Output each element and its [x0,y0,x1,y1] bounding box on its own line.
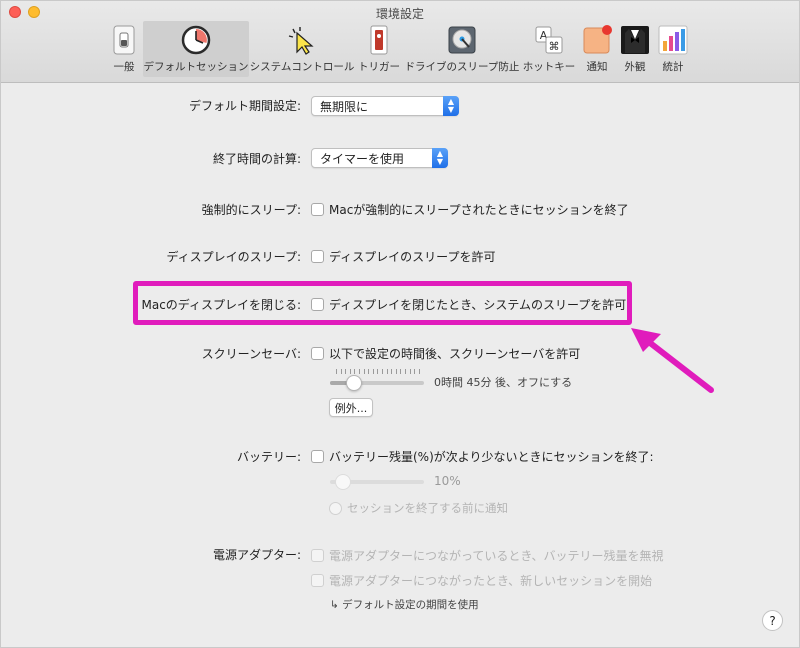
tab-label: 通知 [586,61,608,73]
battery-slider-knob[interactable] [335,474,351,490]
tab-notifications[interactable]: 通知 [579,21,615,77]
slider-tick [340,369,342,374]
tab-appearance[interactable]: 外観 [617,21,653,77]
display-sleep-checkbox-row[interactable]: ディスプレイのスリープを許可 [311,246,495,266]
slider-tick [377,369,379,374]
slider-tick [359,369,360,374]
power-adapter-ignore-battery-checkbox[interactable] [311,548,324,562]
tab-label: デフォルトセッション [143,61,249,73]
svg-text:⌘: ⌘ [549,40,560,53]
slider-tick [354,369,356,374]
tab-label: システムコントロール [249,61,355,73]
exceptions-button[interactable]: 例外... [329,398,373,417]
popup-value: タイマーを使用 [320,151,405,166]
end-time-calc-label: 終了時間の計算: [212,152,301,166]
statistics-icon [658,25,688,55]
battery-checkbox[interactable] [311,449,324,463]
battery-notify-checkbox[interactable] [329,501,342,515]
highlight-box [133,281,632,325]
screensaver-checkbox-row[interactable]: 以下で設定の時間後、スクリーンセーバを許可 [311,343,580,363]
forced-sleep-checkbox-row[interactable]: Macが強制的にスリープされたときにセッションを終了 [311,199,629,219]
cursor-icon [287,25,317,55]
checkbox-label: ディスプレイのスリープを許可 [329,249,496,264]
chevron-up-down-icon: ▲ ▼ [432,148,448,168]
arrow-annotation-icon [631,328,714,393]
slider-tick [336,369,337,374]
power-adapter-new-session-checkbox[interactable] [311,573,324,587]
screensaver-checkbox[interactable] [311,346,324,360]
default-period-popup[interactable]: 無期限に ▲ ▼ [311,96,459,116]
slider-tick [391,369,393,374]
checkbox-label: Macが強制的にスリープされたときにセッションを終了 [329,202,629,217]
screensaver-slider-value: 0時間 45分 後、オフにする [434,376,573,389]
battery-slider-value: 10% [434,474,461,488]
slider-tick [345,369,347,374]
slider-tick [400,369,402,374]
slider-tick [372,369,374,374]
screensaver-slider-knob[interactable] [346,375,362,391]
trigger-icon [364,25,394,55]
end-time-calc-popup[interactable]: タイマーを使用 ▲ ▼ [311,148,448,168]
chevron-up-down-icon: ▲ ▼ [443,96,459,116]
tab-label: 外観 [624,61,646,73]
popup-value: 無期限に [320,99,369,114]
checkbox-label: 電源アダプターにつながったとき、新しいセッションを開始 [329,573,653,588]
slider-tick [414,369,416,374]
tab-drive-sleep-prevention[interactable]: ドライブのスリープ防止 [405,21,519,77]
slider-tick [395,369,397,374]
drive-icon [447,25,477,55]
display-sleep-checkbox[interactable] [311,249,324,263]
slider-tick [405,369,406,374]
tab-label: 一般 [113,61,135,73]
tab-triggers[interactable]: トリガー [355,21,403,77]
tab-hotkeys[interactable]: A ⌘ ホットキー [521,21,577,77]
tab-label: ドライブのスリープ防止 [404,61,520,73]
slider-tick [386,369,388,374]
default-session-pane: デフォルト期間設定: 無期限に ▲ ▼ 終了時間の計算: タイマーを使用 ▲ ▼ 強… [1,84,799,648]
checkbox-label: 電源アダプターにつながっているとき、バッテリー残量を無視 [329,548,664,563]
screensaver-slider-ticks [336,369,424,374]
power-adapter-checkbox2-row[interactable]: 電源アダプターにつながったとき、新しいセッションを開始 [311,570,652,590]
tab-statistics[interactable]: 統計 [655,21,691,77]
clock-icon [181,25,211,55]
checkbox-label: バッテリー残量(%)が次より少ないときにセッションを終了: [329,449,654,464]
help-button[interactable]: ? [762,610,783,631]
forced-sleep-label: 強制的にスリープ: [201,203,301,217]
display-sleep-label: ディスプレイのスリープ: [166,250,301,264]
tab-label: 統計 [662,61,684,73]
title-bar: 環境設定 一般 デフォルトセッション システムコントロール トリガー ドライブの… [1,1,799,83]
battery-label: バッテリー: [236,450,301,464]
checkbox-label: 以下で設定の時間後、スクリーンセーバを許可 [329,346,581,361]
slider-tick [349,369,351,374]
slider-tick [368,369,370,374]
switch-icon [109,25,139,55]
preferences-window: 環境設定 一般 デフォルトセッション システムコントロール トリガー ドライブの… [0,0,800,648]
power-adapter-label: 電源アダプター: [212,548,301,562]
default-period-label: デフォルト期間設定: [188,99,301,113]
slider-tick [363,369,365,374]
checkbox-label: セッションを終了する前に通知 [347,501,508,515]
tab-general[interactable]: 一般 [106,21,142,77]
power-adapter-note: ↳ デフォルト設定の期間を使用 [330,599,479,611]
slider-tick [418,369,420,374]
window-title: 環境設定 [375,7,424,21]
screensaver-label: スクリーンセーバ: [201,347,301,361]
slider-tick [382,369,383,374]
appearance-icon [620,25,650,55]
screensaver-slider-track[interactable] [330,381,424,385]
notification-icon [582,25,612,55]
slider-tick [409,369,411,374]
power-adapter-checkbox1-row[interactable]: 電源アダプターにつながっているとき、バッテリー残量を無視 [311,545,664,565]
tab-system-control[interactable]: システムコントロール [249,21,355,77]
hotkey-icon: A ⌘ [534,25,564,55]
tab-default-session[interactable]: デフォルトセッション [143,21,249,77]
battery-checkbox-row[interactable]: バッテリー残量(%)が次より少ないときにセッションを終了: [311,446,654,466]
tab-label: トリガー [358,61,400,73]
forced-sleep-checkbox[interactable] [311,202,324,216]
battery-notify-checkbox-row[interactable]: セッションを終了する前に通知 [329,498,508,518]
tab-label: ホットキー [522,61,576,73]
